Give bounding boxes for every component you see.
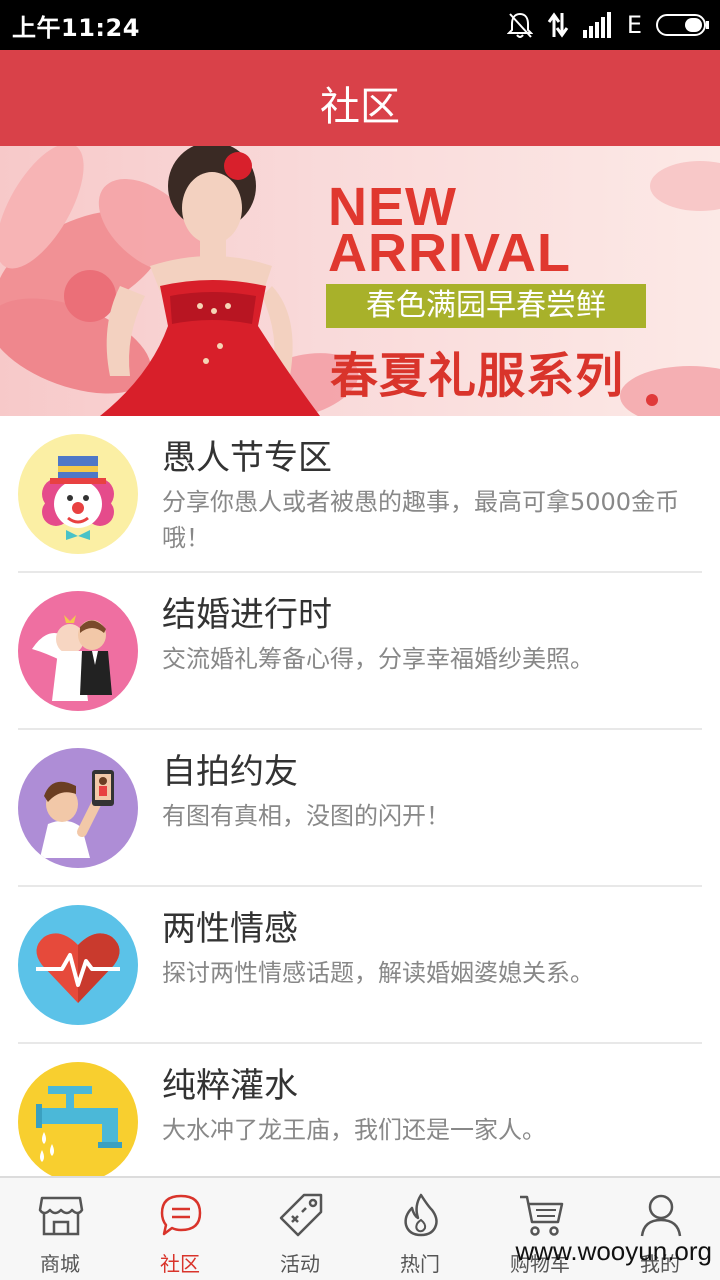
selfie-icon [18, 748, 138, 868]
forum-item-relationship[interactable]: 两性情感 探讨两性情感话题，解读婚姻婆媳关系。 [0, 887, 720, 1044]
network-type: E [626, 11, 642, 39]
cart-icon [520, 1195, 564, 1236]
forum-description: 交流婚礼筹备心得，分享幸福婚纱美照。 [162, 645, 594, 673]
banner-page-indicator [646, 394, 658, 406]
faucet-icon [18, 1062, 138, 1176]
forum-item-selfie[interactable]: 自拍约友 有图有真相，没图的闪开！ [0, 730, 720, 887]
forum-title: 结婚进行时 [162, 595, 332, 635]
forum-description: 有图有真相，没图的闪开！ [162, 802, 450, 830]
status-bar: 上午11:24 E [0, 0, 720, 50]
forum-title: 两性情感 [162, 909, 298, 949]
nav-label: 热门 [400, 1252, 440, 1276]
nav-tab-community[interactable]: 社区 [120, 1178, 240, 1280]
nav-tab-events[interactable]: 活动 [240, 1178, 360, 1280]
forum-item-wedding[interactable]: 结婚进行时 交流婚礼筹备心得，分享幸福婚纱美照。 [0, 573, 720, 730]
store-icon [38, 1196, 84, 1236]
wedding-couple-icon [18, 591, 138, 711]
banner-headline-2: ARRIVAL [328, 223, 571, 283]
forum-item-april-fools[interactable]: 愚人节专区 分享你愚人或者被愚的趣事，最高可拿5000金币哦！ [0, 416, 720, 573]
nav-tab-store[interactable]: 商城 [0, 1178, 120, 1280]
forum-title: 纯粹灌水 [162, 1066, 298, 1106]
data-arrows-icon [547, 11, 569, 39]
nav-label: 社区 [160, 1252, 200, 1276]
forum-description: 分享你愚人或者被愚的趣事，最高可拿5000金币哦！ [162, 488, 680, 552]
forum-description: 探讨两性情感话题，解读婚姻婆媳关系。 [162, 959, 594, 987]
page-title: 社区 [320, 84, 400, 130]
alarm-off-icon [506, 11, 533, 39]
watermark: www.wooyun.org [515, 1236, 712, 1266]
signal-icon [582, 12, 613, 38]
banner-subtitle: 春色满园早春尝鲜 [326, 284, 646, 328]
forum-title: 愚人节专区 [162, 438, 332, 478]
forum-list: 愚人节专区 分享你愚人或者被愚的趣事，最高可拿5000金币哦！ 结婚进行时 交流… [0, 416, 720, 1176]
forum-item-chat[interactable]: 纯粹灌水 大水冲了龙王庙，我们还是一家人。 [0, 1044, 720, 1176]
chat-icon [160, 1194, 202, 1236]
status-time: 上午11:24 [12, 14, 140, 42]
promo-banner[interactable]: NEW ARRIVAL 春色满园早春尝鲜 春夏礼服系列 [0, 146, 720, 416]
banner-title: 春夏礼服系列 [330, 348, 625, 404]
user-icon [640, 1194, 682, 1237]
flame-icon [404, 1193, 438, 1237]
forum-title: 自拍约友 [162, 752, 298, 792]
app-bar: 社区 [0, 50, 720, 146]
nav-label: 活动 [280, 1252, 320, 1276]
nav-tab-hot[interactable]: 热门 [360, 1178, 480, 1280]
status-icons: E [506, 9, 710, 41]
forum-description: 大水冲了龙王庙，我们还是一家人。 [162, 1116, 546, 1144]
tag-icon [279, 1193, 323, 1237]
heart-pulse-icon [18, 905, 138, 1025]
clown-icon [18, 434, 138, 554]
battery-icon [656, 12, 710, 38]
nav-label: 商城 [40, 1252, 80, 1276]
